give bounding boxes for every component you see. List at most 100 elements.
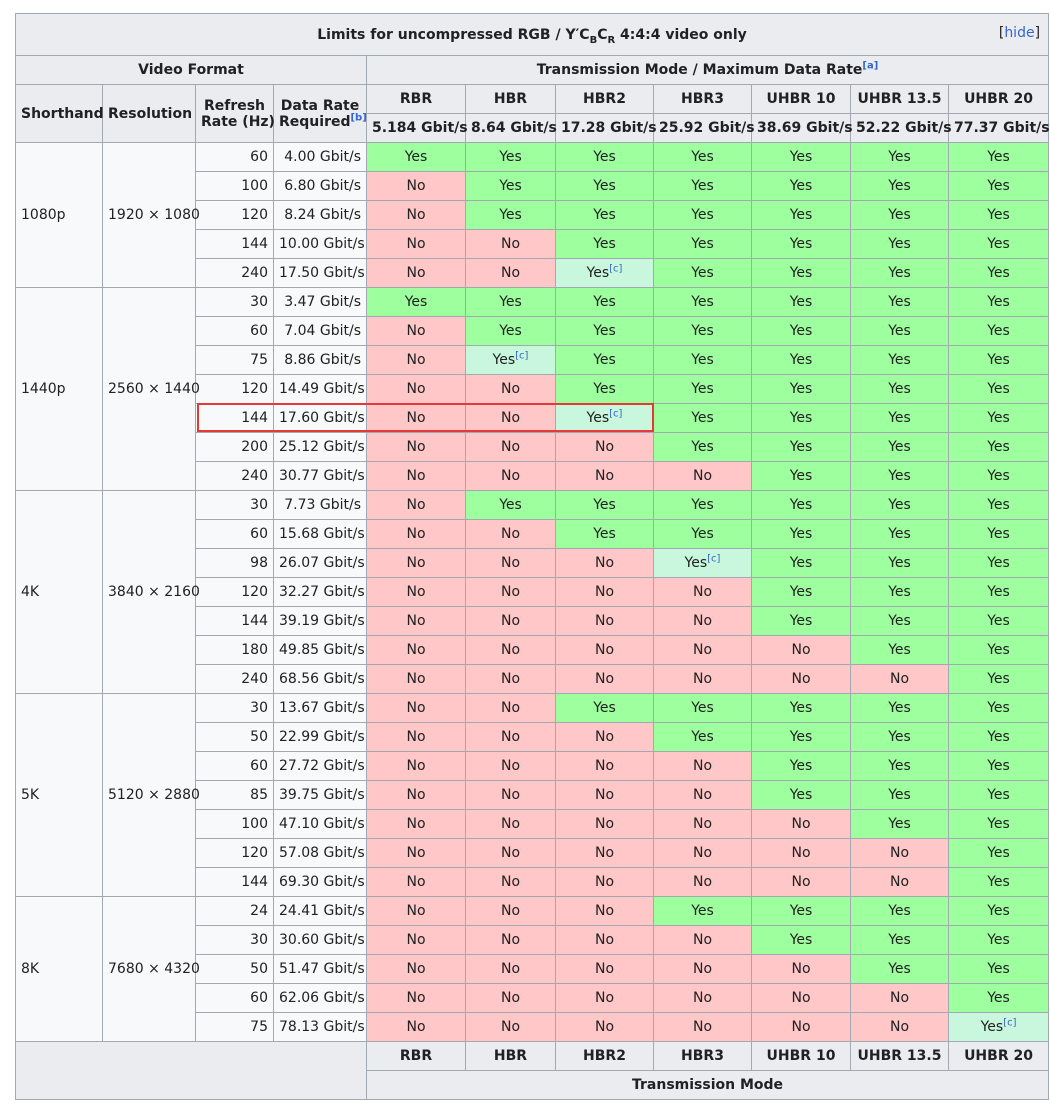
- data-rate-cell: 4.00 Gbit/s: [273, 142, 367, 172]
- support-no-cell: No: [653, 954, 752, 984]
- support-no-cell: No: [366, 954, 466, 984]
- support-yes-cell: Yes: [947, 345, 1050, 375]
- support-yes-cell: Yes: [653, 229, 752, 259]
- refresh-rate-cell: 50: [195, 722, 274, 752]
- mode-header: HBR2: [555, 84, 654, 114]
- support-yes-cell: Yes: [947, 316, 1050, 346]
- support-no-cell: No: [366, 490, 466, 520]
- support-yes-cell: Yes: [850, 403, 949, 433]
- support-yes-cell: Yes: [366, 287, 466, 317]
- support-yes-cell: Yes: [947, 693, 1050, 723]
- support-yes-cell: Yes: [653, 374, 752, 404]
- data-rate-cell: 14.49 Gbit/s: [273, 374, 367, 404]
- mode-rate-header: 17.28 Gbit/s: [555, 113, 657, 143]
- shorthand-cell: 4K: [15, 490, 103, 694]
- support-no-cell: No: [366, 635, 466, 665]
- support-yes-cell: Yes: [850, 954, 949, 984]
- support-yes-cell: Yes: [465, 171, 556, 201]
- support-yes-cell: Yes: [751, 142, 851, 172]
- hide-link[interactable]: hide: [1004, 25, 1034, 41]
- support-yes-cell: Yes: [850, 577, 949, 607]
- support-yes-cell: Yes: [465, 287, 556, 317]
- support-no-cell: No: [653, 983, 752, 1013]
- support-no-cell: No: [366, 374, 466, 404]
- data-rate-cell: 47.10 Gbit/s: [273, 809, 367, 839]
- support-no-cell: No: [465, 403, 556, 433]
- support-no-cell: No: [751, 983, 851, 1013]
- data-rate-cell: 25.12 Gbit/s: [273, 432, 367, 462]
- note-c-link[interactable]: [c]: [609, 263, 622, 274]
- support-yes-cell: Yes: [653, 519, 752, 549]
- video-format-header: Video Format: [15, 55, 367, 85]
- support-yes-cell: Yes: [653, 316, 752, 346]
- note-c-link[interactable]: [c]: [515, 350, 528, 361]
- support-no-cell: No: [653, 809, 752, 839]
- note-b-link[interactable]: [b]: [350, 112, 366, 123]
- support-yes-cell: Yes: [850, 490, 949, 520]
- refresh-rate-header: Refresh Rate (Hz): [195, 84, 275, 143]
- note-c-link[interactable]: [c]: [609, 408, 622, 419]
- support-yes-cell: Yes: [751, 780, 851, 810]
- data-rate-cell: 17.50 Gbit/s: [273, 258, 367, 288]
- support-yes-cell: Yes: [850, 142, 949, 172]
- support-no-cell: No: [653, 606, 752, 636]
- note-c-link[interactable]: [c]: [707, 553, 720, 564]
- support-yes-cell: Yes: [465, 142, 556, 172]
- refresh-rate-cell: 120: [195, 838, 274, 868]
- support-yes-cell: Yes: [850, 548, 949, 578]
- support-yes-cell: Yes: [751, 751, 851, 781]
- support-yes-cell: Yes: [653, 490, 752, 520]
- support-marginal-cell: Yes[c]: [555, 258, 654, 288]
- support-no-cell: No: [366, 548, 466, 578]
- refresh-rate-cell: 144: [195, 229, 274, 259]
- data-rate-cell: 62.06 Gbit/s: [273, 983, 367, 1013]
- support-yes-cell: Yes: [555, 316, 654, 346]
- note-c-link[interactable]: [c]: [1003, 1017, 1016, 1028]
- support-no-cell: No: [653, 751, 752, 781]
- support-yes-cell: Yes: [947, 461, 1050, 491]
- support-no-cell: No: [751, 809, 851, 839]
- support-yes-cell: Yes: [947, 519, 1050, 549]
- note-a-link[interactable]: [a]: [862, 60, 878, 71]
- support-yes-cell: Yes: [850, 896, 949, 926]
- shorthand-header: Shorthand: [15, 84, 104, 143]
- refresh-rate-cell: 60: [195, 142, 274, 172]
- resolution-cell: 7680 × 4320: [102, 896, 200, 1042]
- mode-header: RBR: [366, 84, 466, 114]
- data-rate-cell: 49.85 Gbit/s: [273, 635, 367, 665]
- refresh-rate-cell: 200: [195, 432, 274, 462]
- refresh-rate-cell: 30: [195, 925, 274, 955]
- support-yes-cell: Yes: [751, 461, 851, 491]
- refresh-rate-cell: 120: [195, 374, 274, 404]
- support-yes-cell: Yes: [751, 925, 851, 955]
- table-row: 1440p 2560 × 1440 30 3.47 Gbit/s Yes Yes Yes Ye…: [15, 287, 1050, 491]
- support-yes-cell: Yes: [947, 954, 1050, 984]
- support-yes-cell: Yes: [465, 316, 556, 346]
- support-no-cell: No: [366, 577, 466, 607]
- footer-transmission-mode: Transmission Mode: [365, 1070, 1050, 1100]
- support-yes-cell: Yes: [555, 200, 654, 230]
- support-no-cell: No: [465, 751, 556, 781]
- support-yes-cell: Yes: [366, 142, 466, 172]
- refresh-rate-cell: 75: [195, 1012, 274, 1042]
- support-yes-cell: Yes: [850, 606, 949, 636]
- support-yes-cell: Yes: [555, 374, 654, 404]
- refresh-rate-cell: 85: [195, 780, 274, 810]
- refresh-rate-cell: 120: [195, 200, 274, 230]
- footer-mode-header: UHBR 10: [751, 1041, 851, 1071]
- support-no-cell: No: [555, 838, 654, 868]
- support-yes-cell: Yes: [555, 229, 654, 259]
- support-no-cell: No: [555, 664, 654, 694]
- support-no-cell: No: [555, 751, 654, 781]
- support-no-cell: No: [653, 1012, 752, 1042]
- support-no-cell: No: [366, 345, 466, 375]
- mode-rate-header: 25.92 Gbit/s: [653, 113, 755, 143]
- support-no-cell: No: [465, 664, 556, 694]
- support-yes-cell: Yes: [947, 287, 1050, 317]
- support-yes-cell: Yes: [653, 403, 752, 433]
- support-yes-cell: Yes: [751, 896, 851, 926]
- support-yes-cell: Yes: [653, 258, 752, 288]
- support-no-cell: No: [555, 548, 654, 578]
- data-rate-cell: 17.60 Gbit/s: [273, 403, 367, 433]
- support-yes-cell: Yes: [947, 664, 1050, 694]
